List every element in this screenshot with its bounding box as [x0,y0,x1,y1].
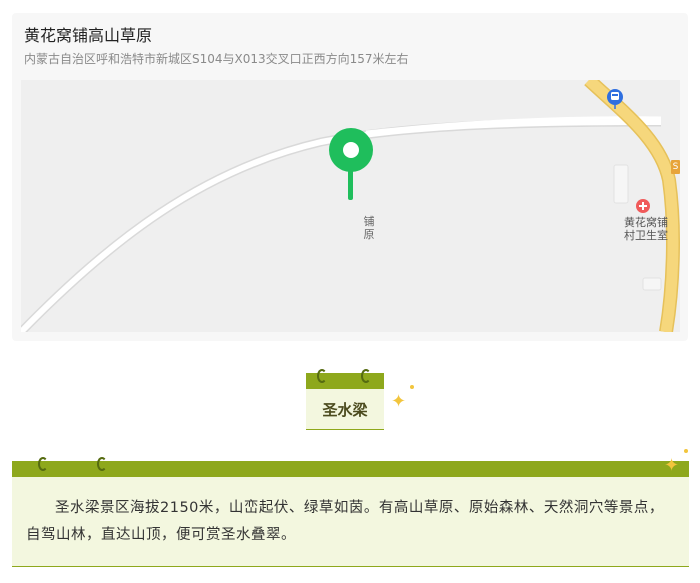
sparkle-icon: ✦ [664,455,680,476]
sparkle-icon: ✦ [391,391,407,412]
binder-ring-icon [317,369,327,383]
map-poi-label-line: 村卫生室 [624,229,668,242]
map-marker-label-line: 铺 [363,215,375,228]
location-title: 黄花窝铺高山草原 [24,26,153,45]
map-marker-label-line: 原 [363,228,375,241]
description-card: 圣水梁景区海拔2150米，山峦起伏、绿草如茵。有高山草原、原始森林、天然洞穴等景… [12,457,689,567]
binder-ring-icon [97,457,107,471]
description-panel: 圣水梁景区海拔2150米，山峦起伏、绿草如茵。有高山草原、原始森林、天然洞穴等景… [12,477,689,567]
description-binder-strip [12,461,689,477]
section-heading: 圣水梁 [306,369,384,431]
map-poi-label-line: 黄花窝铺 [624,216,668,229]
map-marker-label: 铺 原 [355,215,383,241]
article-page: 黄花窝铺高山草原 内蒙古自治区呼和浩特市新城区S104与X013交叉口正西方向1… [0,0,700,583]
map-view[interactable]: 铺 原 黄花窝铺 村卫生室 S [21,80,680,332]
map-roads [21,80,680,332]
binder-ring-icon [38,457,48,471]
map-poi-label[interactable]: 黄花窝铺 村卫生室 [613,216,679,242]
binder-ring-icon [361,369,371,383]
road-shield-label: S [672,162,679,172]
section-title: 圣水梁 [306,389,384,430]
location-card[interactable]: 黄花窝铺高山草原 内蒙古自治区呼和浩特市新城区S104与X013交叉口正西方向1… [12,13,688,341]
clinic-icon [636,199,650,213]
location-address: 内蒙古自治区呼和浩特市新城区S104与X013交叉口正西方向157米左右 [24,52,409,66]
description-text: 圣水梁景区海拔2150米，山峦起伏、绿草如茵。有高山草原、原始森林、天然洞穴等景… [26,500,664,543]
sparkle-dot-icon [410,385,414,389]
sparkle-dot-icon [684,449,688,453]
